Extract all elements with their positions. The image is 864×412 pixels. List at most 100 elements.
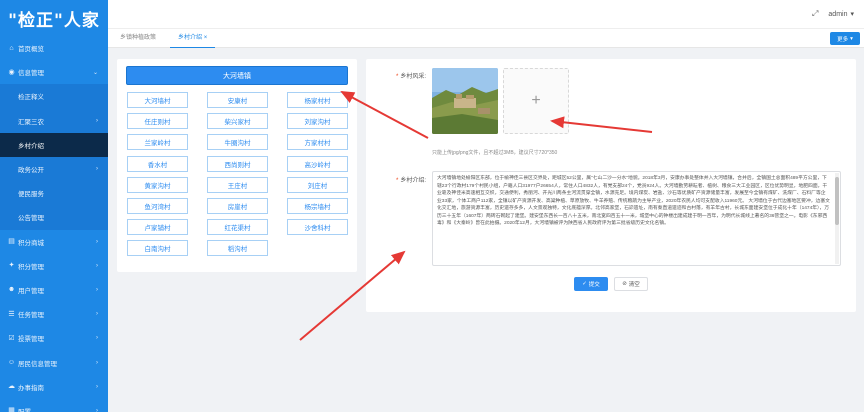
chevron-down-icon: ⌄ <box>92 69 98 76</box>
upload-hint: 只能上传jpg/png文件，且不超过3MB，建议尺寸720*350 <box>432 150 558 156</box>
check-icon: ✓ <box>582 281 587 287</box>
chevron-right-icon: › <box>96 117 98 124</box>
sidebar-item-2[interactable]: 检正释义 <box>0 84 108 109</box>
sidebar-item-12[interactable]: ☑ 投票管理 › <box>0 326 108 350</box>
sidebar-item-label: 投票管理 <box>18 336 44 344</box>
chevron-right-icon: › <box>96 335 98 342</box>
chevron-right-icon: › <box>96 311 98 318</box>
chevron-right-icon: › <box>96 262 98 269</box>
sidebar-item-6[interactable]: 便民服务 <box>0 181 108 206</box>
village-button[interactable]: 刘家沟村 <box>287 113 348 130</box>
sidebar-item-label: 用户管理 <box>18 287 44 295</box>
tab-bar: 乡镇种植政策 乡村介绍 × 更多 ▾ <box>108 28 864 48</box>
chevron-right-icon: › <box>96 359 98 366</box>
sidebar-item-3[interactable]: 汇聚三农 › <box>0 108 108 133</box>
user-name: admin <box>828 10 848 18</box>
sidebar-item-1[interactable]: ◉ 信息管理 ⌄ <box>0 60 108 84</box>
chevron-down-icon: ▾ <box>850 11 854 18</box>
chevron-right-icon: › <box>96 407 98 412</box>
sidebar-item-label: 便民服务 <box>18 191 44 199</box>
village-button[interactable]: 西尚则村 <box>207 155 268 172</box>
sidebar-item-label: 乡村介绍 <box>18 142 44 150</box>
village-button[interactable]: 鱼河湾村 <box>127 197 188 214</box>
chevron-down-icon: ▾ <box>850 35 853 42</box>
village-button[interactable]: 方家村村 <box>287 134 348 151</box>
info-icon: ◉ <box>8 68 15 76</box>
sidebar-item-label: 积分管理 <box>18 263 44 271</box>
close-icon[interactable]: × <box>204 35 208 41</box>
village-button[interactable]: 牛圈沟村 <box>207 134 268 151</box>
village-form-panel: * 乡村风采: + 只能上传jpg/png文件，且不超过3MB，建议尺寸720*3… <box>366 59 856 312</box>
sidebar-item-13[interactable]: ☺ 居民信息管理 › <box>0 350 108 374</box>
sidebar-menu: ⌂ 首页概览 ◉ 信息管理 ⌄ 检正释义 汇聚三农 › 乡村介绍 政务公开 › 便民服务 公告管理 ▤ 积分… <box>0 36 108 412</box>
sidebar-item-5[interactable]: 政务公开 › <box>0 156 108 182</box>
sidebar-item-label: 检正释义 <box>18 94 44 102</box>
sidebar-item-15[interactable]: ▦配置 › <box>0 399 108 412</box>
sidebar-item-label: 办事指南 <box>18 384 44 392</box>
village-button[interactable]: 任庄则村 <box>127 113 188 130</box>
chevron-right-icon: › <box>96 383 98 390</box>
sidebar-item-label: 积分商城 <box>18 239 44 247</box>
resident-icon: ☺ <box>7 359 16 367</box>
image-upload[interactable]: + <box>503 68 569 134</box>
village-button[interactable]: 杨宗墙村 <box>287 197 348 214</box>
vote-icon: ☑ <box>8 334 15 342</box>
guide-icon: ☁ <box>8 383 15 391</box>
submit-button[interactable]: ✓ 提交 <box>574 277 608 291</box>
fullscreen-icon[interactable]: ⤢ <box>812 9 818 19</box>
tab-planting-policy[interactable]: 乡镇种植政策 <box>112 29 164 48</box>
sidebar-item-label: 配置 <box>18 406 31 412</box>
sidebar-item-11[interactable]: ☰ 任务管理 › <box>0 302 108 326</box>
sidebar-item-14[interactable]: ☁ 办事指南 › <box>0 375 108 399</box>
intro-text: 大河墙镇地处榆阳区东部，位于榆神佳三县区交界处，距城区52公里，属"七山二沙一分… <box>437 176 830 226</box>
sidebar-item-label: 任务管理 <box>18 312 44 320</box>
village-button[interactable]: 白南沟村 <box>127 240 188 257</box>
user-icon: ☻ <box>7 286 16 294</box>
village-grid: 大河墙村 安康村 杨家村村任庄则村 柴兴家村 刘家沟村兰家岭村 牛圈沟村 方家村村香水村 西尚… <box>127 92 349 257</box>
village-button[interactable]: 红花渠村 <box>207 219 268 236</box>
sidebar-item-8[interactable]: ▤ 积分商城 › <box>0 230 108 254</box>
village-button[interactable]: 王庄村 <box>207 176 268 193</box>
chevron-right-icon: › <box>96 166 98 173</box>
village-button[interactable]: 高沙岭村 <box>287 155 348 172</box>
village-button[interactable]: 刘庄村 <box>287 176 348 193</box>
sidebar-item-10[interactable]: ☻ 用户管理 › <box>0 278 108 302</box>
sidebar-item-label: 汇聚三农 <box>18 118 44 126</box>
app-logo: "检正"人家 <box>8 10 100 31</box>
village-button[interactable]: 黄家沟村 <box>127 176 188 193</box>
sidebar-item-9[interactable]: ✦ 积分管理 › <box>0 254 108 278</box>
more-button[interactable]: 更多 ▾ <box>830 32 860 45</box>
intro-textarea[interactable]: 大河墙镇地处榆阳区东部，位于榆神佳三县区交界处，距城区52公里，属"七山二沙一分… <box>432 171 841 266</box>
sidebar-item-label: 首页概览 <box>18 46 44 54</box>
scenery-thumbnail[interactable] <box>432 68 498 134</box>
village-button[interactable]: 房崖村 <box>207 197 268 214</box>
user-menu[interactable]: admin ▾ <box>828 10 854 19</box>
village-button[interactable]: 大河墙村 <box>127 92 188 108</box>
village-button[interactable]: 杨家村村 <box>287 92 348 108</box>
clear-button[interactable]: ⊘ 清空 <box>614 277 648 291</box>
chevron-right-icon: › <box>96 238 98 245</box>
sidebar-item-4[interactable]: 乡村介绍 <box>0 132 108 157</box>
village-button[interactable]: 卢家铺村 <box>127 219 188 236</box>
scrollbar[interactable] <box>835 173 839 264</box>
tab-village-intro[interactable]: 乡村介绍 × <box>170 29 216 48</box>
village-button[interactable]: 稻沟村 <box>207 240 268 257</box>
village-list-panel: 大河墙镇 大河墙村 安康村 杨家村村任庄则村 柴兴家村 刘家沟村兰家岭村 牛圈沟村 方家村村… <box>117 59 357 272</box>
clear-icon: ⊘ <box>622 281 627 287</box>
village-button[interactable]: 安康村 <box>207 92 268 108</box>
sidebar-item-7[interactable]: 公告管理 <box>0 205 108 230</box>
village-button[interactable]: 香水村 <box>127 155 188 172</box>
town-button[interactable]: 大河墙镇 <box>126 66 348 85</box>
village-button[interactable]: 沙舍科村 <box>287 219 348 236</box>
sidebar-item-0[interactable]: ⌂ 首页概览 <box>0 36 108 60</box>
sidebar-item-label: 居民信息管理 <box>18 360 57 368</box>
scenery-label: * 乡村风采: <box>396 74 427 80</box>
intro-label: * 乡村介绍: <box>396 178 427 184</box>
village-button[interactable]: 柴兴家村 <box>207 113 268 130</box>
village-button[interactable]: 兰家岭村 <box>127 134 188 151</box>
config-icon: ▦ <box>8 407 15 412</box>
top-bar: ⤢ admin ▾ <box>108 0 864 28</box>
home-icon: ⌂ <box>9 44 14 52</box>
sidebar: "检正"人家 ⌂ 首页概览 ◉ 信息管理 ⌄ 检正释义汇聚三农 › 乡村介绍政务公开 › 便民服务… <box>0 0 108 412</box>
sidebar-item-label: 公告管理 <box>18 215 44 223</box>
